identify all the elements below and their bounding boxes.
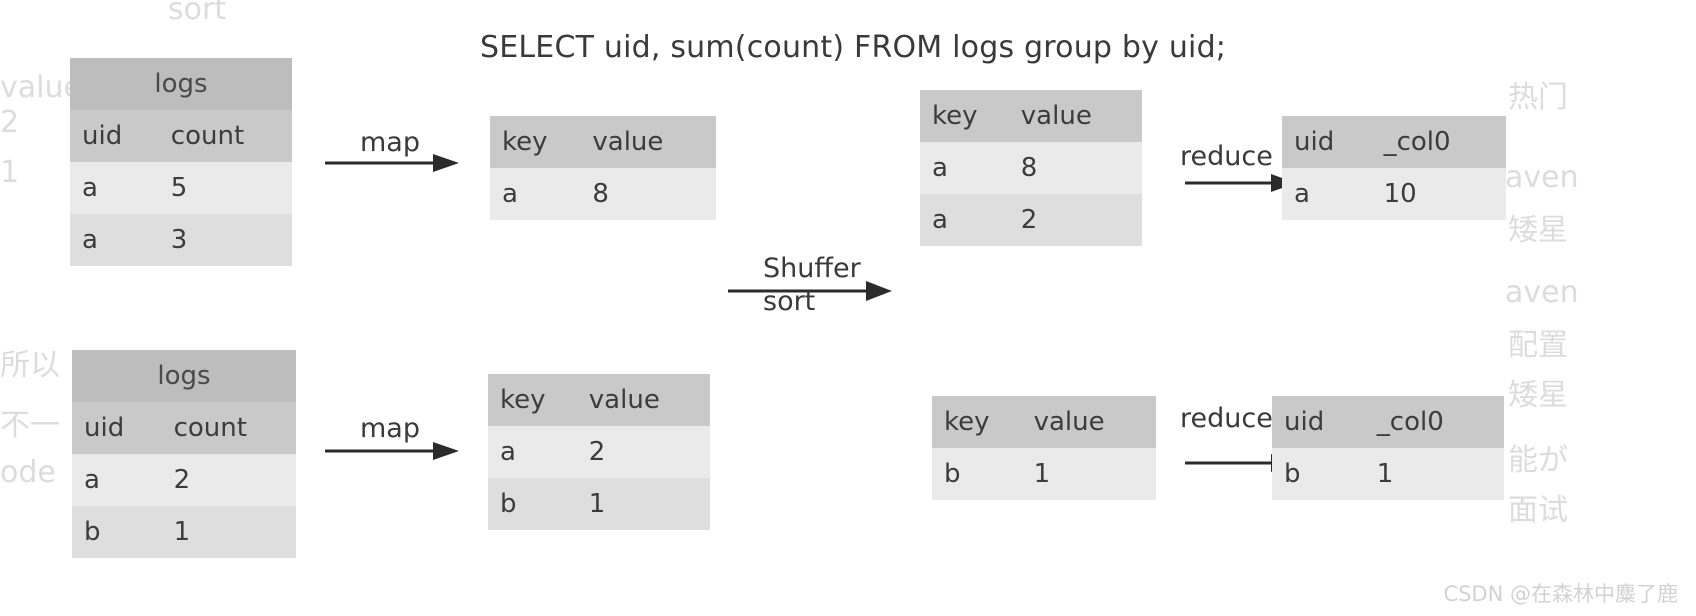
table-header-row: key value [488, 374, 710, 426]
table-cell: 2 [161, 454, 296, 506]
column-header: key [488, 374, 577, 426]
column-header: uid [72, 402, 162, 454]
table-row: a 10 [1282, 168, 1506, 220]
column-header: value [580, 116, 716, 168]
column-header: key [490, 116, 581, 168]
background-text: 1 [0, 155, 20, 190]
column-header: key [932, 396, 1022, 448]
table-cell: b [932, 448, 1022, 500]
diagram-canvas: sort value 2 1 所以 不一 ode 热门 aven 矮星 aven 配置 矮星 能が 面试 S… [0, 0, 1696, 616]
table-cell: 1 [1364, 448, 1504, 500]
background-text: 矮星 [1508, 378, 1568, 413]
table-caption-row: logs [72, 350, 296, 402]
table-row: a2 [920, 194, 1142, 246]
column-header: value [576, 374, 710, 426]
background-text: 不一 [0, 408, 60, 443]
background-text: aven [1505, 275, 1579, 310]
table-row: b1 [932, 448, 1156, 500]
table-row: b1 [1272, 448, 1504, 500]
column-header: uid [1282, 116, 1372, 168]
shuffle-arrow-label: Shuffer [763, 253, 861, 284]
column-header: value [1021, 396, 1156, 448]
table-caption-row: logs [70, 58, 292, 110]
table-row: b1 [488, 478, 710, 530]
column-header: uid [1272, 396, 1365, 448]
map-arrow-top-label: map [360, 127, 420, 158]
watermark: CSDN @在森林中麋了鹿 [1443, 582, 1678, 606]
column-header: key [920, 90, 1009, 142]
table-shuffle-output-bottom: key value b 1 [932, 396, 1156, 500]
column-header: value [1008, 90, 1142, 142]
table-cell: 1 [1021, 448, 1156, 500]
background-text: ode [0, 455, 56, 490]
table-header-row: uid _col0 [1282, 116, 1506, 168]
table-shuffle-output-top: key value a 8 a 2 [920, 90, 1142, 246]
background-text: sort [168, 0, 227, 27]
table-cell: 8 [580, 168, 716, 220]
table-row: a2 [488, 426, 710, 478]
table-cell: a [1282, 168, 1372, 220]
background-text: 能が [1508, 443, 1568, 478]
sql-statement: SELECT uid, sum(count) FROM logs group b… [480, 30, 1227, 65]
table-map-output-bottom: key value a 2 b 1 [488, 374, 710, 530]
table-row: a5 [70, 162, 292, 214]
table-cell: a [920, 194, 1009, 246]
table-row: a3 [70, 214, 292, 266]
table-header-row: key value [932, 396, 1156, 448]
table-header-row: uid _col0 [1272, 396, 1504, 448]
table-cell: b [488, 478, 577, 530]
table-cell: 1 [576, 478, 710, 530]
table-row: b1 [72, 506, 296, 558]
table-header-row: key value [490, 116, 716, 168]
table-reduce-output-bottom: uid _col0 b 1 [1272, 396, 1504, 500]
table-cell: 2 [1008, 194, 1142, 246]
map-arrow-bottom-label: map [360, 413, 420, 444]
background-text: 2 [0, 105, 20, 140]
column-header: count [158, 110, 292, 162]
table-logs-top: logs uid count a 5 a 3 [70, 58, 292, 266]
background-text: aven [1505, 160, 1579, 195]
table-cell: 3 [158, 214, 292, 266]
table-reduce-output-top: uid _col0 a 10 [1282, 116, 1506, 220]
table-header-row: uid count [70, 110, 292, 162]
table-cell: 10 [1371, 168, 1506, 220]
shuffle-label-line1: Shuffer [763, 253, 861, 284]
table-cell: a [920, 142, 1009, 194]
background-text: 矮星 [1508, 213, 1568, 248]
column-header: _col0 [1364, 396, 1504, 448]
column-header: count [161, 402, 296, 454]
reduce-arrow-bottom-label: reduce [1180, 403, 1273, 434]
background-text: 热门 [1508, 80, 1568, 115]
table-cell: 2 [576, 426, 710, 478]
reduce-arrow-top-label: reduce [1180, 141, 1273, 172]
table-cell: 5 [158, 162, 292, 214]
table-cell: a [70, 214, 159, 266]
column-header: uid [70, 110, 159, 162]
table-cell: b [72, 506, 162, 558]
table-logs-bottom: logs uid count a 2 b 1 [72, 350, 296, 558]
column-header: _col0 [1371, 116, 1506, 168]
table-row: a8 [490, 168, 716, 220]
table-cell: 8 [1008, 142, 1142, 194]
table-cell: a [490, 168, 581, 220]
table-row: a2 [72, 454, 296, 506]
table-cell: b [1272, 448, 1365, 500]
table-caption: logs [72, 350, 296, 402]
background-text: 配置 [1508, 328, 1568, 363]
table-header-row: key value [920, 90, 1142, 142]
table-row: a8 [920, 142, 1142, 194]
table-cell: a [72, 454, 162, 506]
background-text: 面试 [1508, 493, 1568, 528]
shuffle-arrow-sublabel: sort [763, 286, 816, 317]
table-caption: logs [70, 58, 292, 110]
table-header-row: uid count [72, 402, 296, 454]
table-map-output-top: key value a 8 [490, 116, 716, 220]
background-text: 所以 [0, 348, 60, 383]
table-cell: 1 [161, 506, 296, 558]
reduce-arrow-top [1185, 170, 1297, 200]
table-cell: a [70, 162, 159, 214]
table-cell: a [488, 426, 577, 478]
